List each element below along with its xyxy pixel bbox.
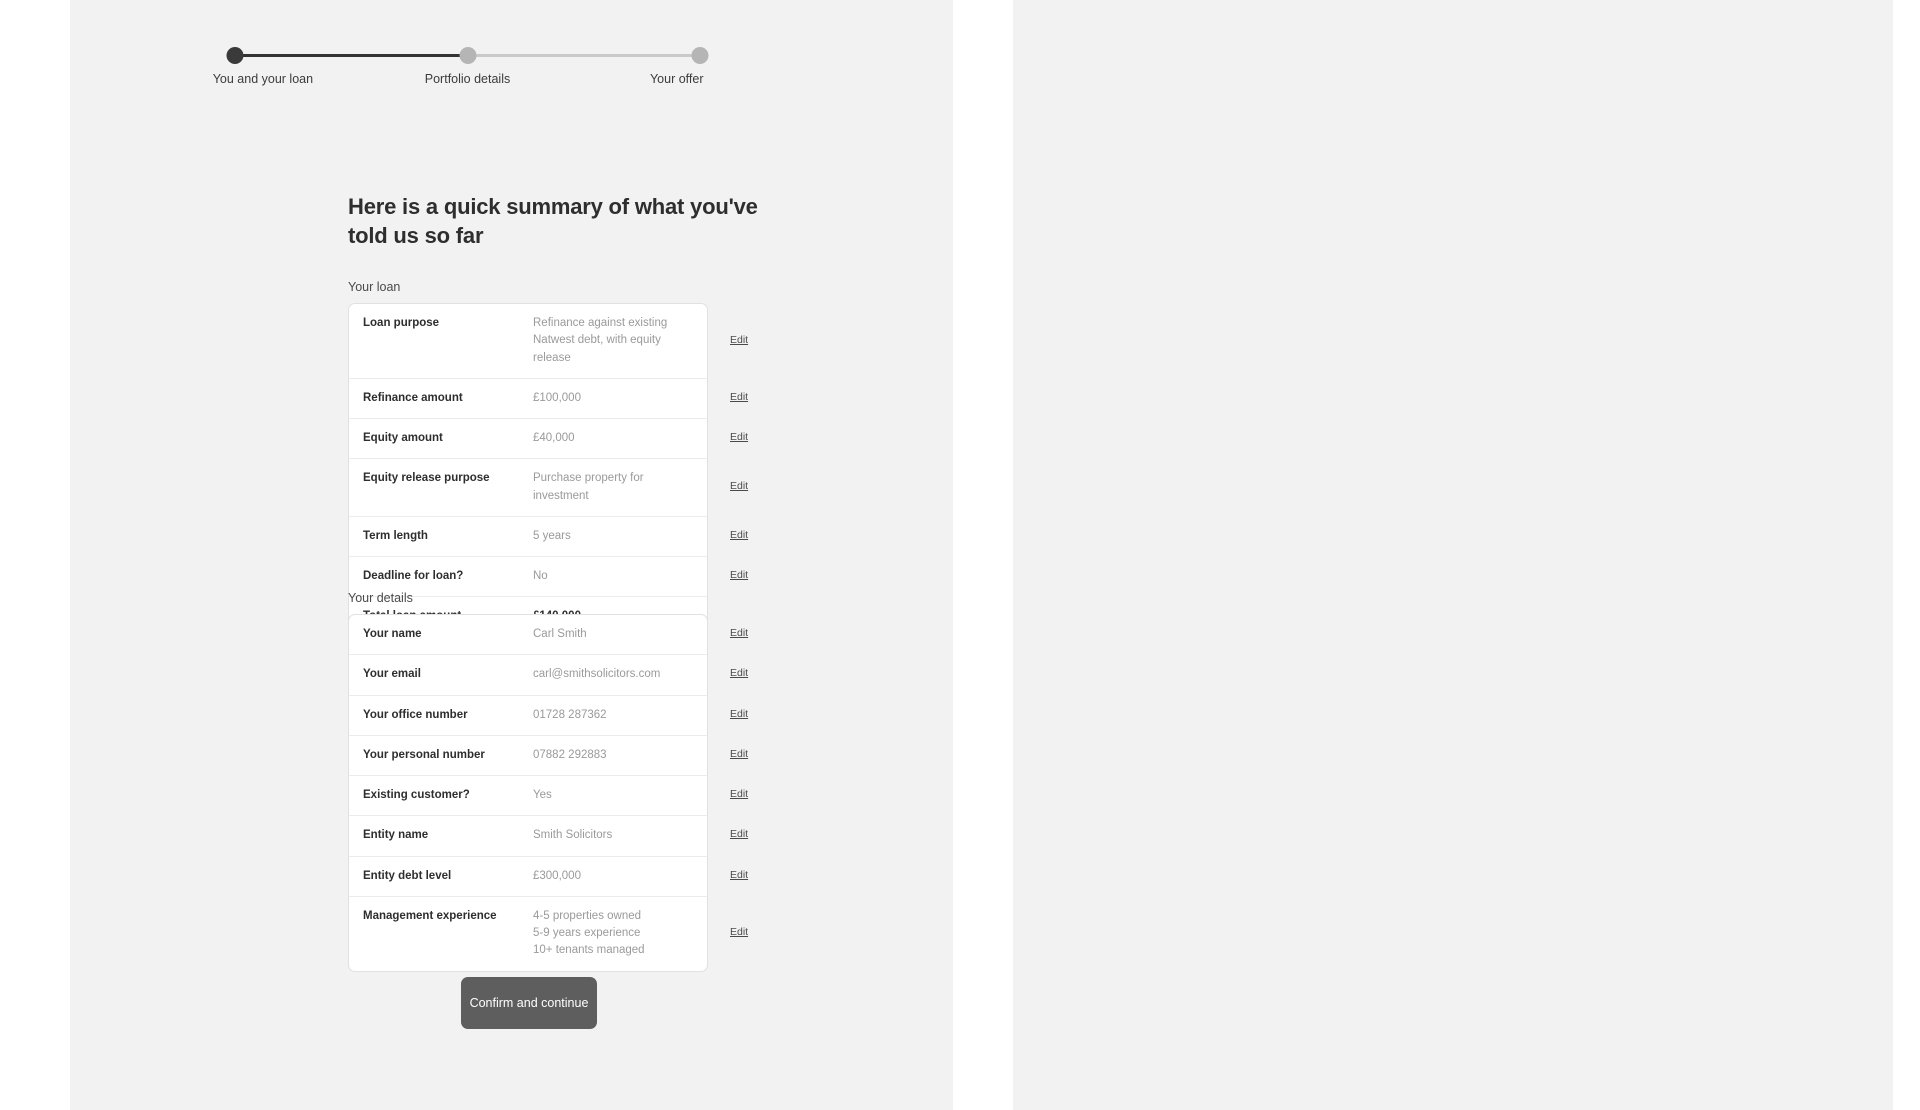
stepper-label-1: You and your loan: [212, 72, 314, 86]
section-label-your-details: Your details: [348, 591, 413, 605]
section-label-your-loan: Your loan: [348, 280, 401, 294]
left-panel-summary: You and your loan Portfolio details Your…: [70, 0, 953, 1110]
table-row: Term length 5 years: [349, 517, 707, 557]
stepper-track-fill: [235, 54, 468, 57]
row-key: Loan purpose: [363, 317, 440, 329]
edit-link-loan-3[interactable]: Edit: [730, 480, 748, 492]
row-key: Your email: [363, 668, 421, 681]
row-value: carl@smithsolicitors.com: [533, 668, 661, 681]
row-value: 4-5 properties owned 5-9 years experience…: [533, 909, 645, 957]
row-key: Your name: [363, 628, 422, 640]
table-row: Management experience 4-5 properties owne…: [349, 897, 707, 971]
edit-link-loan-1[interactable]: Edit: [730, 391, 748, 403]
row-key: Entity name: [363, 829, 429, 842]
row-key: Management experience: [363, 909, 497, 922]
edit-link-details-5[interactable]: Edit: [730, 828, 748, 840]
edit-link-details-2[interactable]: Edit: [730, 708, 748, 720]
edit-link-loan-4[interactable]: Edit: [730, 529, 748, 541]
table-row: Equity release purpose Purchase property …: [349, 459, 707, 517]
row-value: 5 years: [533, 529, 571, 542]
row-key: Your personal number: [363, 748, 485, 761]
table-row: Existing customer? Yes: [349, 776, 707, 817]
stepper-dot-2[interactable]: [459, 47, 476, 64]
right-panel-offers: You and your loan Portfolio details Your…: [1013, 0, 1893, 1110]
table-row: Refinance amount £100,000: [349, 379, 707, 419]
app-screen: You and your loan Portfolio details Your…: [0, 0, 1920, 1110]
edit-link-loan-2[interactable]: Edit: [730, 431, 748, 443]
row-value: £100,000: [533, 391, 581, 404]
table-row: Your personal number 07882 292883: [349, 736, 707, 776]
row-key: Existing customer?: [363, 789, 470, 801]
table-row: Entity debt level £300,000: [349, 857, 707, 897]
stepper-label-2: Portfolio details: [424, 72, 511, 86]
table-row: Entity name Smith Solicitors: [349, 816, 707, 857]
edit-link-details-3[interactable]: Edit: [730, 748, 748, 760]
table-row: Your email carl@smithsolicitors.com: [349, 655, 707, 696]
row-key: Entity debt level: [363, 869, 452, 882]
row-value: Smith Solicitors: [533, 829, 613, 842]
middle-gutter: [953, 0, 1013, 1110]
left-progress-stepper: You and your loan Portfolio details Your…: [213, 46, 709, 92]
table-row: Loan purpose Refinance against existing N…: [349, 304, 707, 379]
confirm-and-continue-button[interactable]: Confirm and continue: [461, 977, 597, 1029]
row-value: No: [533, 570, 548, 582]
table-row: Your office number 01728 287362: [349, 696, 707, 736]
edit-link-details-1[interactable]: Edit: [730, 667, 748, 679]
row-key: Equity amount: [363, 432, 443, 444]
row-value: Purchase property for investment: [533, 472, 644, 502]
edit-link-details-0[interactable]: Edit: [730, 627, 748, 639]
table-row: Equity amount £40,000: [349, 419, 707, 460]
row-value: 07882 292883: [533, 748, 607, 761]
edit-link-details-6[interactable]: Edit: [730, 869, 748, 881]
table-row: Your name Carl Smith: [349, 615, 707, 656]
row-value: £40,000: [533, 432, 575, 444]
row-value: Carl Smith: [533, 628, 587, 640]
row-key: Your office number: [363, 708, 468, 721]
stepper-dot-1[interactable]: [226, 47, 244, 64]
details-summary-table: Your name Carl Smith Your email carl@smiths…: [348, 614, 708, 972]
row-key: Term length: [363, 529, 428, 542]
stepper-label-3: Your offer: [649, 72, 704, 86]
edit-link-details-7[interactable]: Edit: [730, 926, 748, 938]
left-gutter: [0, 0, 70, 1110]
row-value: £300,000: [533, 869, 581, 882]
stepper-dot-3[interactable]: [691, 47, 709, 64]
row-key: Refinance amount: [363, 391, 463, 404]
row-key: Deadline for loan?: [363, 570, 464, 582]
right-gutter: [1893, 0, 1920, 1110]
edit-link-loan-5[interactable]: Edit: [730, 569, 748, 581]
row-key: Equity release purpose: [363, 472, 490, 485]
row-value: Yes: [533, 789, 552, 801]
left-page-title: Here is a quick summary of what you've t…: [348, 194, 758, 249]
row-value: Refinance against existing Natwest debt,…: [533, 317, 668, 364]
edit-link-loan-0[interactable]: Edit: [730, 334, 748, 346]
loan-summary-table: Loan purpose Refinance against existing N…: [348, 303, 708, 638]
edit-link-details-4[interactable]: Edit: [730, 788, 748, 800]
row-value: 01728 287362: [533, 708, 607, 721]
